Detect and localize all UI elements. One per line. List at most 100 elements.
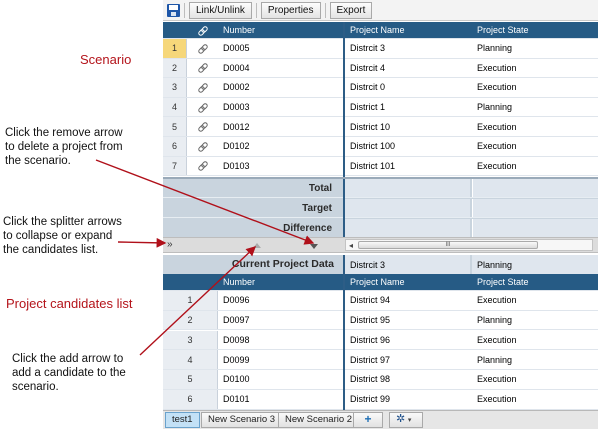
- number-cell[interactable]: D0101: [218, 390, 343, 409]
- link-cell[interactable]: [187, 157, 218, 176]
- link-cell[interactable]: [187, 117, 218, 136]
- export-button[interactable]: Export: [329, 1, 373, 19]
- project-name-cell[interactable]: District 95: [345, 311, 470, 330]
- project-name-cell[interactable]: District 1: [345, 98, 470, 117]
- table-row[interactable]: 6 D0101 District 99 Execution: [163, 390, 598, 410]
- link-cell[interactable]: [187, 39, 218, 58]
- number-cell[interactable]: D0002: [218, 78, 343, 97]
- table-row[interactable]: 3 D0098 District 96 Execution: [163, 330, 598, 351]
- table-row[interactable]: 6 D0102 District 100 Execution: [163, 137, 598, 157]
- link-icon[interactable]: [198, 103, 207, 112]
- row-number[interactable]: 4: [163, 350, 218, 369]
- project-name-cell[interactable]: District 99: [345, 390, 470, 409]
- horizontal-scrollbar[interactable]: ◂ III: [345, 239, 593, 251]
- add-arrow-icon[interactable]: [253, 243, 261, 248]
- tab-new-scenario-2[interactable]: New Scenario 2: [278, 412, 360, 428]
- project-name-cell[interactable]: District 94: [345, 291, 470, 310]
- table-row[interactable]: 3 D0002 Distrcit 0 Execution: [163, 78, 598, 98]
- tab-new-scenario-3[interactable]: New Scenario 3: [201, 412, 283, 428]
- splitter-bar[interactable]: » ◂ III: [163, 237, 598, 253]
- project-state-cell[interactable]: Planning: [472, 311, 598, 330]
- row-number[interactable]: 6: [163, 390, 218, 409]
- table-row[interactable]: 4 D0099 District 97 Planning: [163, 350, 598, 370]
- link-cell[interactable]: [187, 98, 218, 117]
- number-cell[interactable]: D0005: [218, 39, 343, 58]
- row-number[interactable]: 2: [163, 58, 187, 78]
- project-state-cell[interactable]: Execution: [472, 390, 598, 409]
- project-name-cell[interactable]: District 10: [345, 117, 470, 136]
- project-name-cell[interactable]: Distrcit 0: [345, 78, 470, 97]
- table-row[interactable]: 5 D0012 District 10 Execution: [163, 117, 598, 137]
- number-cell[interactable]: D0099: [218, 350, 343, 369]
- number-column-header[interactable]: Number: [218, 22, 343, 38]
- link-icon[interactable]: [198, 122, 207, 131]
- number-cell[interactable]: D0003: [218, 98, 343, 117]
- remove-arrow-icon[interactable]: [310, 244, 318, 249]
- tab-test1[interactable]: test1: [165, 412, 200, 428]
- row-number[interactable]: 1: [163, 39, 187, 58]
- row-number[interactable]: 5: [163, 117, 187, 136]
- table-row[interactable]: 1 D0005 Distrcit 3 Planning: [163, 39, 598, 59]
- number-cell[interactable]: D0097: [218, 311, 343, 330]
- project-name-cell[interactable]: District 98: [345, 370, 470, 389]
- project-state-cell[interactable]: Planning: [472, 98, 598, 117]
- scroll-left-icon[interactable]: ◂: [349, 240, 353, 251]
- row-number[interactable]: 2: [163, 310, 218, 330]
- number-cell[interactable]: D0012: [218, 117, 343, 136]
- project-name-cell[interactable]: District 97: [345, 350, 470, 369]
- number-cell[interactable]: D0103: [218, 157, 343, 176]
- scroll-thumb[interactable]: III: [358, 241, 538, 249]
- project-state-cell[interactable]: Planning: [472, 350, 598, 369]
- project-state-column-header[interactable]: Project State: [472, 22, 598, 38]
- link-icon[interactable]: [198, 44, 207, 53]
- row-number[interactable]: 3: [163, 78, 187, 97]
- project-state-cell[interactable]: Execution: [472, 157, 598, 176]
- row-number[interactable]: 6: [163, 137, 187, 156]
- row-number[interactable]: 4: [163, 97, 187, 117]
- project-state-cell[interactable]: Execution: [472, 78, 598, 97]
- project-state-cell[interactable]: Execution: [472, 117, 598, 136]
- link-icon[interactable]: [198, 161, 207, 170]
- project-name-cell[interactable]: Distrcit 4: [345, 59, 470, 78]
- row-number[interactable]: 5: [163, 370, 218, 389]
- project-state-cell[interactable]: Execution: [472, 370, 598, 389]
- project-state-cell[interactable]: Execution: [472, 291, 598, 310]
- project-state-column-header[interactable]: Project State: [472, 274, 598, 290]
- number-cell[interactable]: D0004: [218, 59, 343, 78]
- number-column-header[interactable]: Number: [218, 274, 343, 290]
- project-name-column-header[interactable]: Project Name: [345, 22, 470, 38]
- settings-menu-button[interactable]: ✲ ▾: [389, 412, 423, 428]
- link-cell[interactable]: [187, 78, 218, 97]
- table-row[interactable]: 2 D0004 Distrcit 4 Execution: [163, 58, 598, 79]
- table-row[interactable]: 5 D0100 District 98 Execution: [163, 370, 598, 390]
- table-row[interactable]: 7 D0103 District 101 Execution: [163, 156, 598, 177]
- project-name-cell[interactable]: District 96: [345, 331, 470, 350]
- link-cell[interactable]: [187, 59, 218, 78]
- project-state-cell[interactable]: Planning: [472, 39, 598, 58]
- number-cell[interactable]: D0100: [218, 370, 343, 389]
- row-number[interactable]: 3: [163, 330, 218, 350]
- project-name-cell[interactable]: Distrcit 3: [345, 39, 470, 58]
- collapse-splitter-icon[interactable]: »: [167, 240, 173, 250]
- save-icon[interactable]: [167, 3, 180, 17]
- number-cell[interactable]: D0098: [218, 331, 343, 350]
- number-cell[interactable]: D0096: [218, 291, 343, 310]
- table-row[interactable]: 2 D0097 District 95 Planning: [163, 310, 598, 331]
- table-row[interactable]: 4 D0003 District 1 Planning: [163, 97, 598, 118]
- table-row[interactable]: 1 D0096 District 94 Execution: [163, 291, 598, 311]
- add-scenario-button[interactable]: +: [353, 412, 383, 428]
- properties-button[interactable]: Properties: [260, 1, 321, 19]
- project-name-cell[interactable]: District 101: [345, 157, 470, 176]
- link-icon[interactable]: [198, 63, 207, 72]
- row-number[interactable]: 7: [163, 156, 187, 176]
- link-icon[interactable]: [198, 142, 207, 151]
- project-state-cell[interactable]: Execution: [472, 137, 598, 156]
- row-number[interactable]: 1: [163, 291, 218, 310]
- project-state-cell[interactable]: Execution: [472, 331, 598, 350]
- link-unlink-button[interactable]: Link/Unlink: [189, 1, 252, 19]
- link-icon[interactable]: [198, 83, 207, 92]
- project-name-column-header[interactable]: Project Name: [345, 274, 470, 290]
- number-cell[interactable]: D0102: [218, 137, 343, 156]
- project-name-cell[interactable]: District 100: [345, 137, 470, 156]
- link-cell[interactable]: [187, 137, 218, 156]
